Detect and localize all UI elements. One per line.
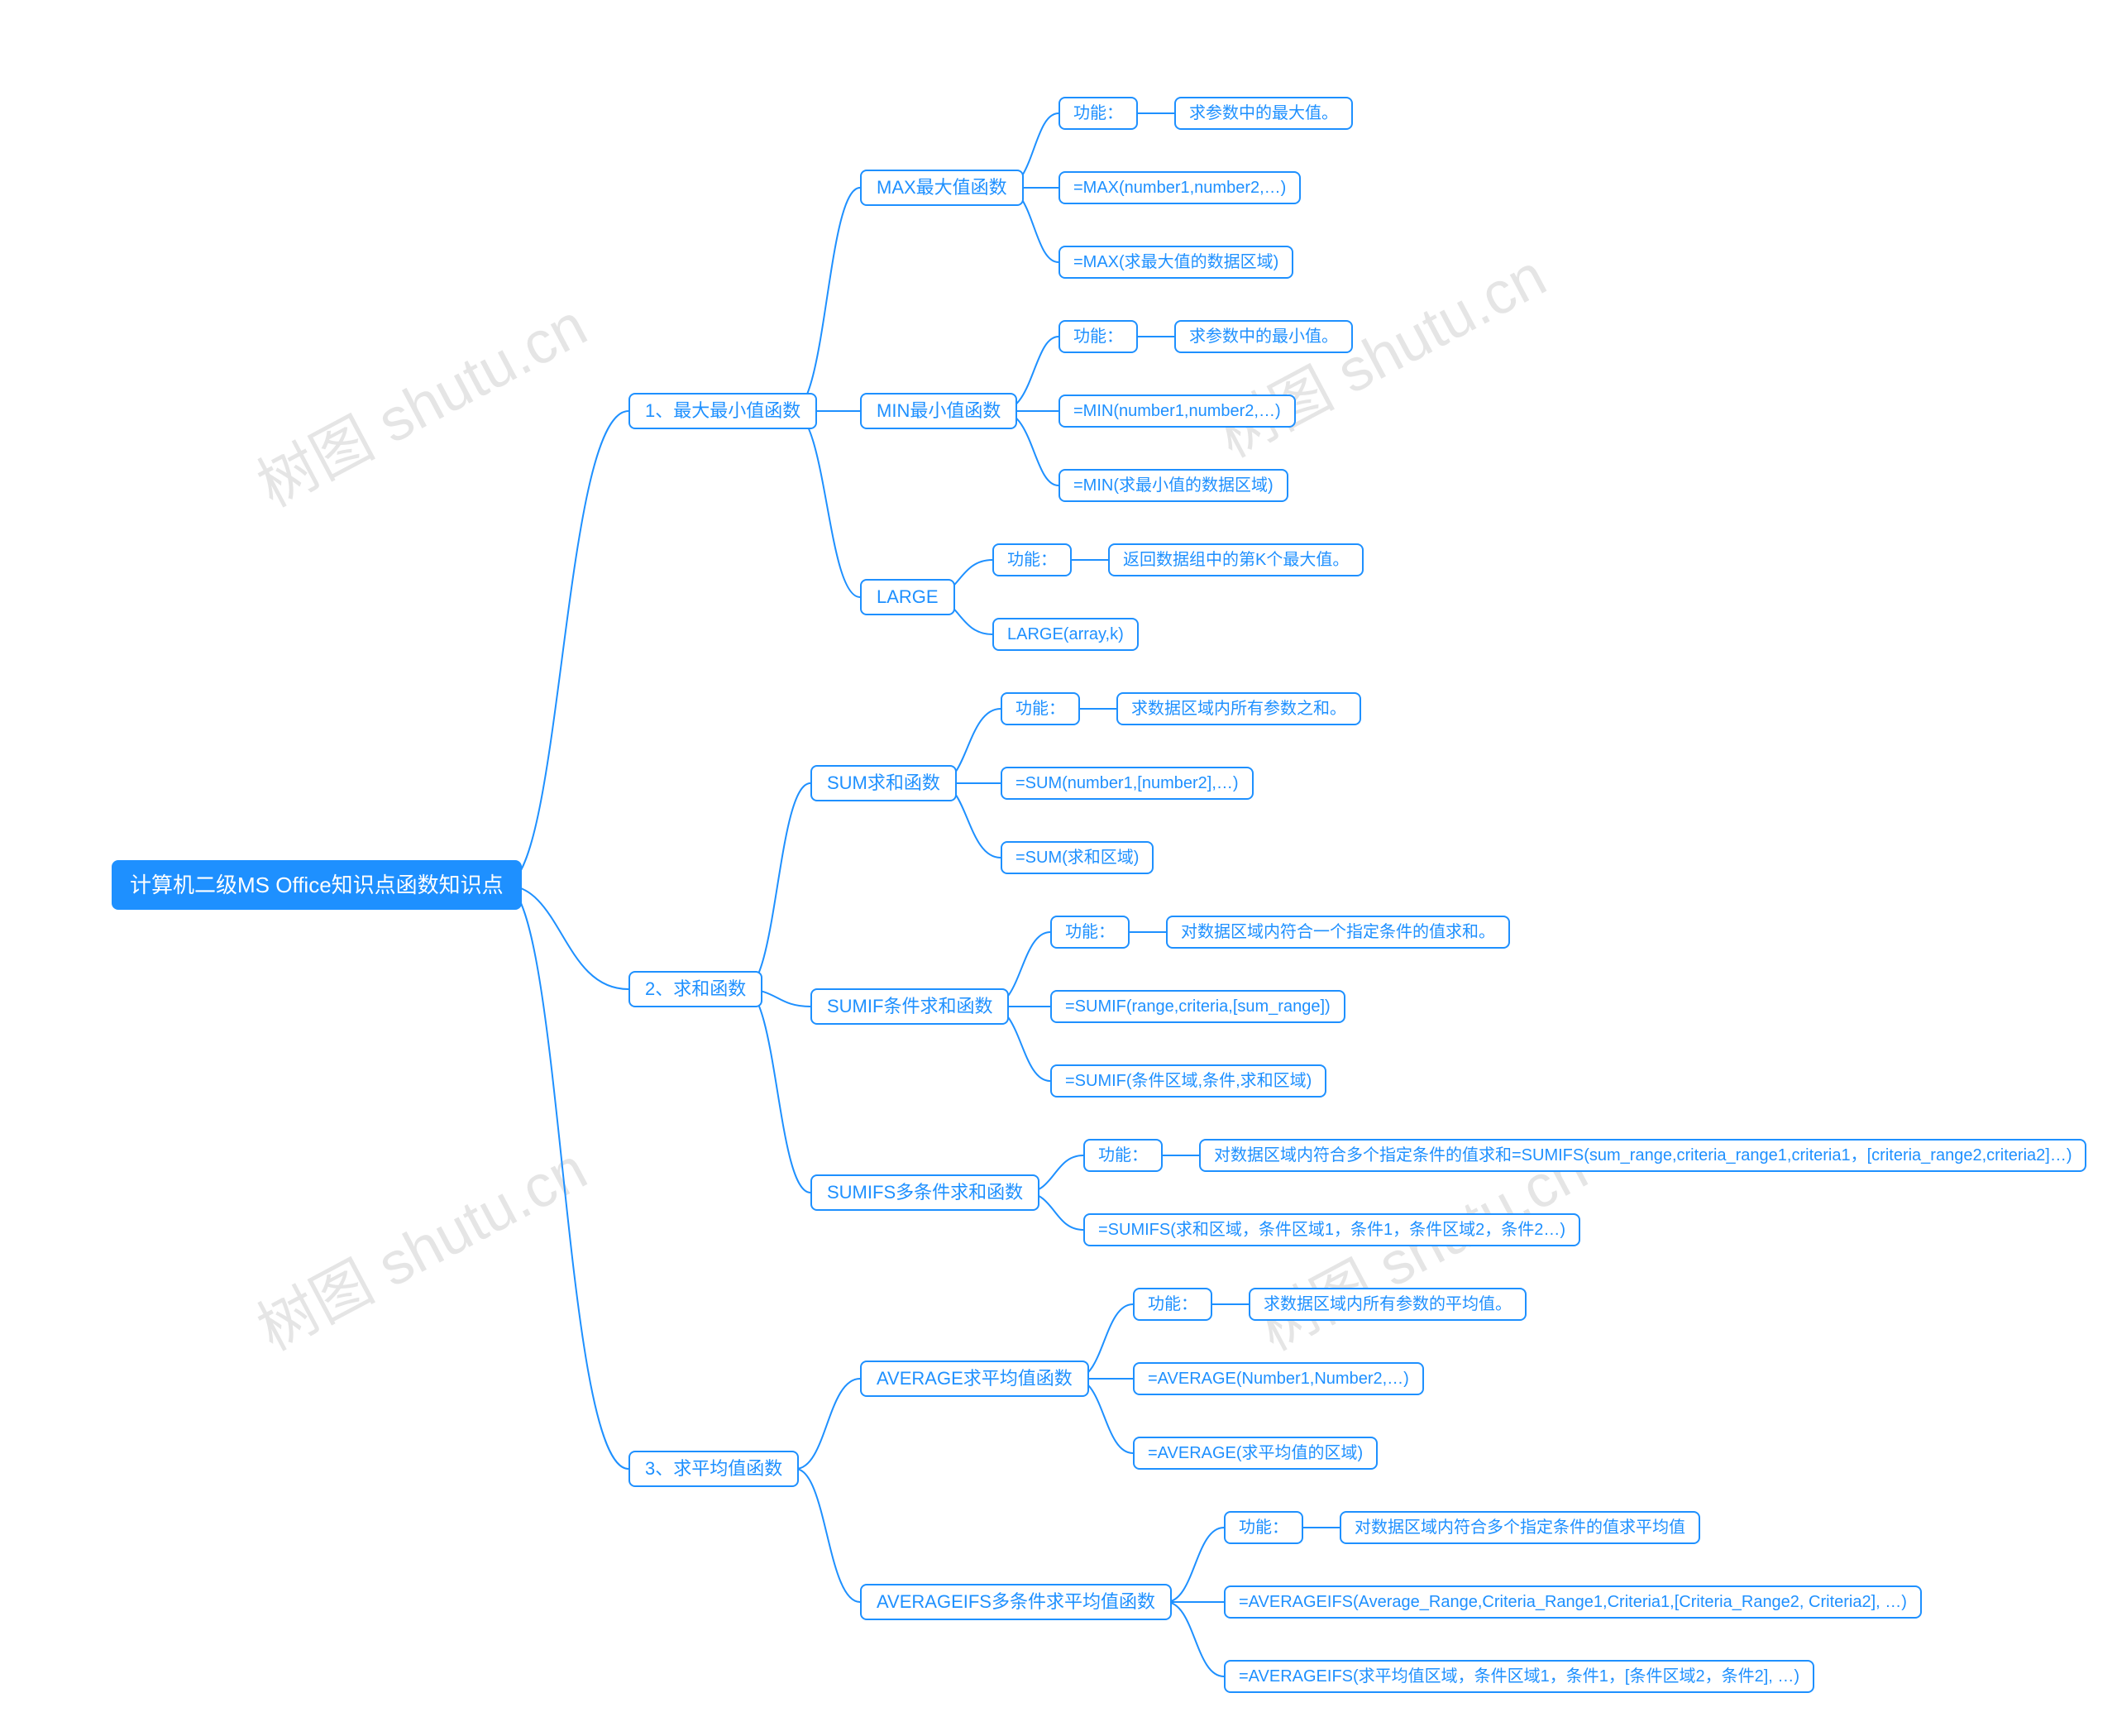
node-sumif-syntax2[interactable]: =SUMIF(条件区域,条件,求和区域) <box>1050 1064 1326 1098</box>
node-min-syntax[interactable]: =MIN(number1,number2,…) <box>1058 395 1296 428</box>
node-sumifs-func-desc[interactable]: 对数据区域内符合多个指定条件的值求和=SUMIFS(sum_range,crit… <box>1199 1139 2086 1172</box>
node-sumif-func-desc[interactable]: 对数据区域内符合一个指定条件的值求和。 <box>1166 916 1510 949</box>
node-sumifs[interactable]: SUMIFS多条件求和函数 <box>810 1174 1039 1211</box>
node-min-func-label[interactable]: 功能： <box>1058 320 1138 353</box>
node-max-syntax[interactable]: =MAX(number1,number2,…) <box>1058 171 1301 204</box>
node-averageifs-syntax2[interactable]: =AVERAGEIFS(求平均值区域，条件区域1，条件1，[条件区域2，条件2]… <box>1224 1660 1814 1693</box>
node-average-func-label[interactable]: 功能： <box>1133 1288 1212 1321</box>
mindmap-stage: 树图 shutu.cn 树图 shutu.cn 树图 shutu.cn 树图 s… <box>0 0 2117 1736</box>
node-sumif-syntax[interactable]: =SUMIF(range,criteria,[sum_range]) <box>1050 990 1345 1023</box>
node-large-func-label[interactable]: 功能： <box>992 543 1072 576</box>
node-averageifs-syntax[interactable]: =AVERAGEIFS(Average_Range,Criteria_Range… <box>1224 1585 1922 1619</box>
node-average-syntax[interactable]: =AVERAGE(Number1,Number2,…) <box>1133 1362 1424 1395</box>
node-average-syntax2[interactable]: =AVERAGE(求平均值的区域) <box>1133 1437 1378 1470</box>
node-max-func-label[interactable]: 功能： <box>1058 97 1138 130</box>
node-average[interactable]: AVERAGE求平均值函数 <box>860 1361 1089 1397</box>
node-averageifs-func-desc[interactable]: 对数据区域内符合多个指定条件的值求平均值 <box>1340 1511 1700 1544</box>
watermark: 树图 shutu.cn <box>240 277 599 523</box>
watermark: 树图 shutu.cn <box>240 1121 599 1366</box>
node-sum[interactable]: SUM求和函数 <box>810 765 957 801</box>
node-sumif[interactable]: SUMIF条件求和函数 <box>810 988 1009 1025</box>
node-min-func-desc[interactable]: 求参数中的最小值。 <box>1174 320 1353 353</box>
node-sum-syntax2[interactable]: =SUM(求和区域) <box>1001 841 1154 874</box>
node-sumif-func-label[interactable]: 功能： <box>1050 916 1130 949</box>
node-sumifs-func-label[interactable]: 功能： <box>1083 1139 1163 1172</box>
node-sumifs-syntax[interactable]: =SUMIFS(求和区域，条件区域1，条件1，条件区域2，条件2…) <box>1083 1213 1580 1246</box>
node-sum-func-label[interactable]: 功能： <box>1001 692 1080 725</box>
node-min[interactable]: MIN最小值函数 <box>860 393 1017 429</box>
branch-avg[interactable]: 3、求平均值函数 <box>628 1451 799 1487</box>
node-average-func-desc[interactable]: 求数据区域内所有参数的平均值。 <box>1249 1288 1527 1321</box>
node-max-func-desc[interactable]: 求参数中的最大值。 <box>1174 97 1353 130</box>
node-max[interactable]: MAX最大值函数 <box>860 170 1024 206</box>
node-averageifs[interactable]: AVERAGEIFS多条件求平均值函数 <box>860 1584 1172 1620</box>
node-averageifs-func-label[interactable]: 功能： <box>1224 1511 1303 1544</box>
node-min-syntax2[interactable]: =MIN(求最小值的数据区域) <box>1058 469 1288 502</box>
node-sum-syntax[interactable]: =SUM(number1,[number2],…) <box>1001 767 1254 800</box>
node-large-syntax[interactable]: LARGE(array,k) <box>992 618 1139 651</box>
node-large[interactable]: LARGE <box>860 579 955 615</box>
branch-maxmin[interactable]: 1、最大最小值函数 <box>628 393 817 429</box>
branch-sum[interactable]: 2、求和函数 <box>628 971 762 1007</box>
root-node[interactable]: 计算机二级MS Office知识点函数知识点 <box>112 860 522 910</box>
node-max-syntax2[interactable]: =MAX(求最大值的数据区域) <box>1058 246 1293 279</box>
node-sum-func-desc[interactable]: 求数据区域内所有参数之和。 <box>1116 692 1361 725</box>
node-large-func-desc[interactable]: 返回数据组中的第K个最大值。 <box>1108 543 1364 576</box>
